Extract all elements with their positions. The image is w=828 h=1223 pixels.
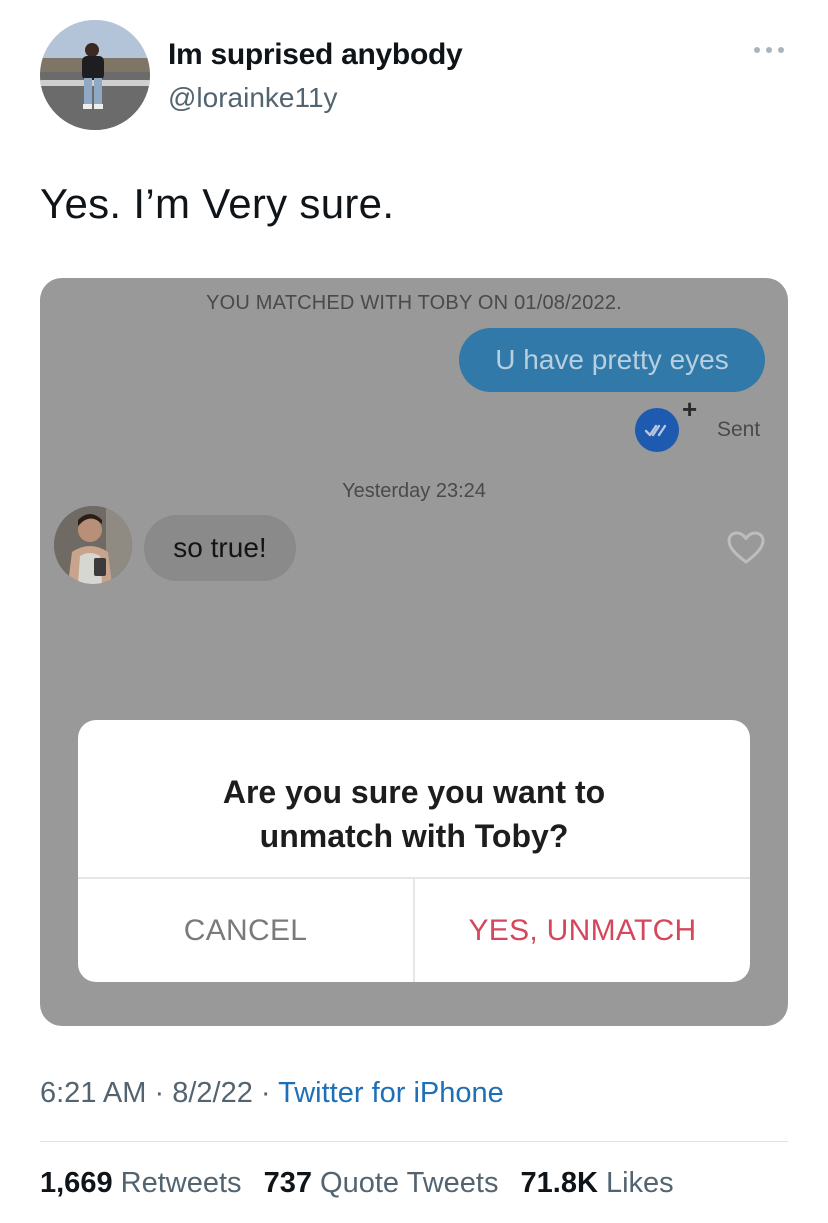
tweet-text: Yes. I’m Very sure.: [40, 180, 395, 227]
cancel-button[interactable]: CANCEL: [78, 879, 413, 982]
contact-avatar: [54, 506, 132, 584]
sent-status: Sent: [717, 418, 761, 441]
likes-count: 71.8K: [520, 1167, 598, 1199]
dialog-message-line-2: unmatch with Toby?: [259, 818, 569, 854]
retweets-count: 1,669: [40, 1167, 113, 1199]
divider: [40, 1141, 788, 1142]
author-avatar[interactable]: [40, 20, 150, 130]
tweet-time[interactable]: 6:21 AM: [40, 1077, 146, 1109]
engagement-stats: 1,669 Retweets 737 Quote Tweets 71.8K Li…: [40, 1167, 688, 1200]
more-options-icon[interactable]: [754, 44, 784, 56]
tweet-date[interactable]: 8/2/22: [172, 1077, 253, 1109]
author-name[interactable]: Im suprised anybody: [168, 38, 463, 72]
message-timestamp: Yesterday 23:24: [342, 480, 486, 502]
quote-tweets-count: 737: [263, 1167, 312, 1199]
quote-tweets-stat[interactable]: 737 Quote Tweets: [264, 1167, 499, 1199]
dialog-message-line-1: Are you sure you want to: [222, 774, 606, 810]
separator: ·: [154, 1077, 165, 1109]
confirm-unmatch-button[interactable]: YES, UNMATCH: [415, 879, 750, 982]
retweets-label: Retweets: [120, 1167, 242, 1199]
separator: ·: [260, 1077, 271, 1109]
tweet-header: Im suprised anybody @lorainke11y: [40, 20, 788, 130]
match-notice: YOU MATCHED WITH TOBY ON 01/08/2022.: [206, 292, 622, 314]
sent-message-bubble: U have pretty eyes: [459, 328, 765, 392]
author-handle[interactable]: @lorainke11y: [168, 82, 338, 114]
received-message-bubble: so true!: [144, 515, 296, 581]
dialog-message: Are you sure you want to unmatch with To…: [78, 770, 750, 858]
likes-label: Likes: [605, 1167, 674, 1199]
retweets-stat[interactable]: 1,669 Retweets: [40, 1167, 242, 1199]
plus-icon: +: [682, 394, 698, 424]
quote-tweets-label: Quote Tweets: [320, 1167, 499, 1199]
tweet-source-link[interactable]: Twitter for iPhone: [278, 1077, 504, 1109]
read-receipt-icon: [635, 408, 679, 452]
tweet-metadata: 6:21 AM · 8/2/22 · Twitter for iPhone: [40, 1077, 504, 1110]
unmatch-dialog: Are you sure you want to unmatch with To…: [78, 720, 750, 982]
tweet-media-image[interactable]: YOU MATCHED WITH TOBY ON 01/08/2022. U h…: [40, 278, 788, 1026]
heart-icon[interactable]: [726, 530, 766, 566]
likes-stat[interactable]: 71.8K Likes: [521, 1167, 674, 1199]
